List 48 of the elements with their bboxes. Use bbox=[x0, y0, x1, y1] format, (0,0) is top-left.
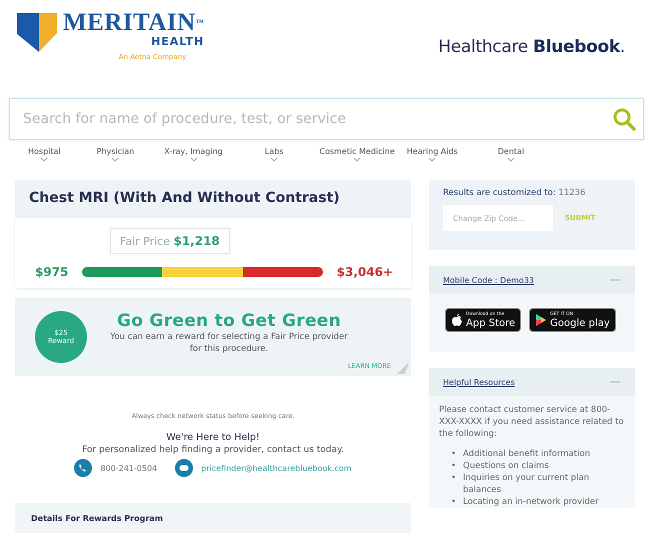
chevron-down-icon bbox=[506, 157, 515, 162]
phone-icon bbox=[74, 459, 92, 477]
brand-subtitle: HEALTH bbox=[151, 36, 204, 48]
play-icon bbox=[535, 313, 548, 327]
category-tab[interactable]: Hospital bbox=[28, 147, 61, 162]
search-field[interactable]: Search for name of procedure, test, or service bbox=[9, 98, 644, 140]
reward-title: Go Green to Get Green bbox=[116, 311, 342, 331]
bullet: • bbox=[451, 448, 456, 460]
category-tab[interactable]: X-ray, Imaging bbox=[164, 147, 223, 162]
resources-text: Please contact customer service at 800-XXX-XXXX if you need assistance related to the following: bbox=[439, 404, 625, 440]
resource-item: Questions on claims bbox=[463, 460, 549, 472]
category-tab[interactable]: Labs bbox=[264, 147, 284, 162]
mobile-code-header[interactable]: Mobile Code : Demo33 bbox=[429, 266, 635, 294]
rewards-details-header: Details For Rewards Program bbox=[15, 503, 411, 533]
partner-logo: Healthcare Bluebook. bbox=[438, 37, 625, 57]
chevron-down-icon bbox=[270, 157, 278, 162]
bullet: • bbox=[451, 472, 456, 485]
category-tab[interactable]: Hearing Aids bbox=[406, 147, 458, 162]
help-text: For personalized help finding a provider, contact us today. bbox=[81, 445, 345, 455]
shield-logo-icon bbox=[17, 10, 57, 52]
chevron-down-icon bbox=[40, 157, 48, 162]
chevron-down-icon bbox=[353, 157, 362, 162]
resource-item: Additional benefit information bbox=[463, 448, 590, 460]
resource-item: Inquiries on your current plan balances bbox=[463, 472, 590, 496]
fair-price-tooltip: Fair Price $1,218 bbox=[110, 228, 230, 254]
resource-item: Locating an in-network provider bbox=[463, 496, 599, 508]
bullet: • bbox=[451, 496, 456, 508]
category-tab[interactable]: Dental bbox=[498, 147, 524, 162]
page-curl-icon bbox=[397, 362, 409, 374]
zip-code: 11236 bbox=[558, 188, 586, 198]
customized-label: Results are customized to: bbox=[443, 188, 556, 198]
low-price: $975 bbox=[35, 265, 68, 279]
bullet: • bbox=[451, 460, 456, 472]
procedure-title: Chest MRI (With And Without Contrast) bbox=[15, 180, 411, 218]
chevron-down-icon bbox=[111, 157, 120, 162]
reward-text: You can earn a reward for selecting a Fair Price provider for this procedure. bbox=[109, 331, 349, 355]
search-icon[interactable] bbox=[612, 107, 636, 131]
brand-name: MERITAIN$^{™}$ bbox=[63, 10, 204, 36]
email-icon bbox=[175, 459, 194, 477]
phone-number: 800-241-0504 bbox=[100, 464, 158, 472]
help-title: We're Here to Help! bbox=[165, 432, 261, 443]
helpful-resources-header[interactable]: Helpful Resources bbox=[429, 368, 635, 396]
chevron-down-icon bbox=[428, 157, 436, 162]
high-price: $3,046+ bbox=[336, 265, 393, 279]
apple-icon bbox=[451, 313, 463, 327]
chevron-down-icon bbox=[190, 157, 198, 162]
category-tab[interactable]: Physician bbox=[96, 147, 134, 162]
category-tab[interactable]: Cosmetic Medicine bbox=[319, 147, 395, 162]
